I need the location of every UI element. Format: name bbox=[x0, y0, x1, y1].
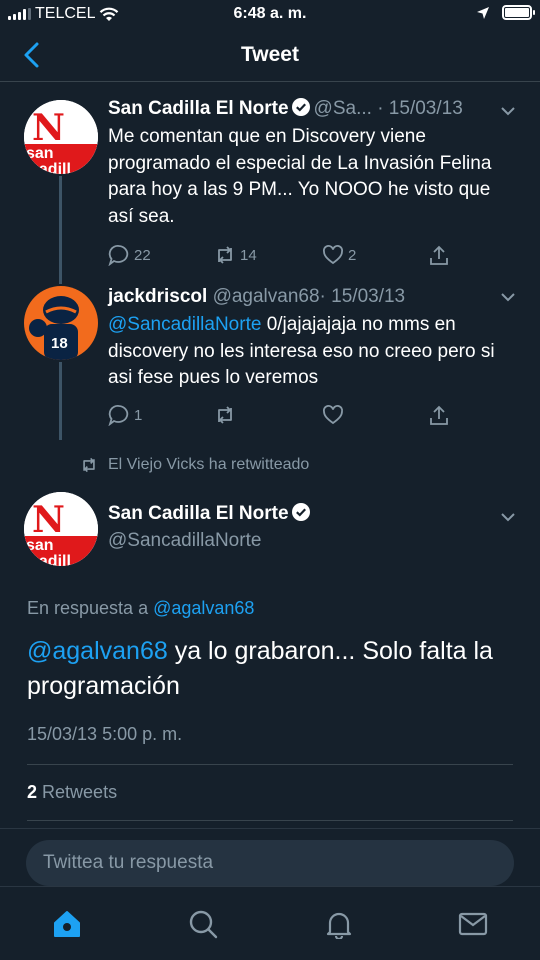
reply-bar: Twittea tu respuesta bbox=[0, 828, 540, 886]
divider bbox=[27, 764, 513, 765]
tab-bar bbox=[0, 886, 540, 960]
share-icon bbox=[430, 405, 448, 425]
tweet-text: Me comentan que en Discovery viene progr… bbox=[108, 126, 492, 227]
notifications-bell-icon[interactable] bbox=[324, 909, 354, 939]
retweet-button[interactable]: 14 bbox=[214, 244, 257, 266]
reply-input[interactable]: Twittea tu respuesta bbox=[26, 840, 514, 886]
reply-count: 22 bbox=[134, 246, 151, 264]
svg-text:san: san bbox=[26, 145, 54, 162]
location-arrow-icon bbox=[477, 6, 489, 19]
san-cadilla-logo: N san cadill bbox=[24, 492, 98, 566]
svg-text:N: N bbox=[32, 107, 65, 149]
svg-text:18: 18 bbox=[51, 335, 68, 352]
tweet-actions: 22 14 2 bbox=[108, 244, 458, 270]
tweet-detail-screen: TELCEL 6:48 a. m. Tweet N san cadill San… bbox=[0, 0, 540, 960]
status-right bbox=[476, 5, 535, 20]
avatar[interactable]: N san cadill bbox=[24, 492, 98, 566]
svg-text:N: N bbox=[32, 499, 65, 541]
reply-button[interactable]: 22 bbox=[108, 244, 151, 266]
share-icon bbox=[430, 245, 448, 265]
display-name[interactable]: San Cadilla El Norte bbox=[108, 503, 289, 524]
reply-count: 1 bbox=[134, 406, 143, 424]
retweets-stat-label: Retweets bbox=[42, 782, 118, 802]
chevron-down-icon[interactable] bbox=[500, 106, 516, 116]
battery-icon bbox=[502, 5, 535, 20]
user-handle[interactable]: @Sa... bbox=[314, 98, 372, 119]
mention-link[interactable]: @SancadillaNorte bbox=[108, 314, 261, 335]
chevron-down-icon[interactable] bbox=[500, 512, 516, 522]
tweet-actions: 1 bbox=[108, 404, 458, 430]
user-handle[interactable]: @SancadillaNorte bbox=[108, 530, 261, 552]
svg-text:cadill: cadill bbox=[30, 161, 71, 174]
status-bar: TELCEL 6:48 a. m. bbox=[0, 0, 540, 30]
clock: 6:48 a. m. bbox=[233, 5, 307, 22]
home-icon[interactable] bbox=[52, 909, 82, 939]
verified-badge-icon bbox=[291, 503, 310, 521]
retweet-icon bbox=[83, 457, 95, 473]
display-name[interactable]: jackdriscol bbox=[108, 286, 207, 307]
reply-icon bbox=[108, 245, 129, 266]
focused-tweet-text: @agalvan68 ya lo grabaron... Solo falta … bbox=[27, 634, 517, 704]
divider bbox=[27, 820, 513, 821]
avatar[interactable]: N san cadill bbox=[24, 100, 98, 174]
like-count: 2 bbox=[348, 246, 357, 264]
tweet-date: · 15/03/13 bbox=[377, 98, 463, 119]
nav-bar: Tweet bbox=[0, 30, 540, 82]
tweet-text: @SancadillaNorte 0/jajajajaja no mms en … bbox=[108, 312, 508, 392]
tweet-header: San Cadilla El Norte bbox=[108, 503, 314, 525]
svg-text:cadill: cadill bbox=[30, 553, 71, 566]
page-title: Tweet bbox=[241, 43, 299, 66]
retweet-icon bbox=[218, 406, 232, 424]
retweeted-by-label: El Viejo Vicks ha retwitteado bbox=[108, 456, 310, 473]
search-icon[interactable] bbox=[188, 909, 218, 939]
retweet-button[interactable] bbox=[214, 404, 240, 426]
tweet-header: San Cadilla El Norte @Sa... · 15/03/13 bbox=[108, 98, 463, 120]
share-button[interactable] bbox=[428, 404, 450, 426]
reply-to-handle-link[interactable]: @agalvan68 bbox=[153, 598, 254, 618]
thread-tweet-2[interactable]: 18 jackdriscol @agalvan68· 15/03/13 @San… bbox=[0, 280, 540, 440]
thread-tweet-1[interactable]: N san cadill San Cadilla El Norte @Sa... … bbox=[0, 90, 540, 284]
chevron-down-icon[interactable] bbox=[500, 292, 516, 302]
tweet-header: jackdriscol @agalvan68· 15/03/13 bbox=[108, 286, 405, 308]
display-name[interactable]: San Cadilla El Norte bbox=[108, 98, 289, 119]
retweet-icon bbox=[218, 246, 232, 264]
verified-badge-icon bbox=[291, 98, 310, 116]
broncos-player-avatar: 18 bbox=[24, 286, 98, 360]
like-button[interactable]: 2 bbox=[322, 244, 356, 266]
retweets-stat-count: 2 bbox=[27, 782, 38, 802]
retweeted-by-note: El Viejo Vicks ha retwitteado bbox=[80, 456, 309, 474]
messages-envelope-icon[interactable] bbox=[458, 909, 488, 939]
san-cadilla-logo: N san cadill bbox=[24, 100, 98, 174]
svg-text:san: san bbox=[26, 537, 54, 554]
focused-tweet-timestamp: 15/03/13 5:00 p. m. bbox=[27, 724, 183, 744]
thread-line bbox=[59, 362, 62, 440]
reply-icon bbox=[108, 405, 129, 426]
retweets-stat[interactable]: 2 Retweets bbox=[27, 782, 117, 803]
reply-context: En respuesta a @agalvan68 bbox=[27, 598, 254, 619]
like-button[interactable] bbox=[322, 404, 348, 426]
heart-icon bbox=[323, 245, 343, 265]
mention-link[interactable]: @agalvan68 bbox=[27, 637, 168, 665]
tweet-date: · 15/03/13 bbox=[319, 286, 406, 307]
heart-icon bbox=[323, 405, 343, 425]
avatar[interactable]: 18 bbox=[24, 286, 98, 360]
reply-to-prefix: En respuesta a bbox=[27, 598, 149, 618]
share-button[interactable] bbox=[428, 244, 450, 266]
retweet-count: 14 bbox=[240, 246, 257, 264]
thread-line bbox=[59, 176, 62, 284]
user-handle[interactable]: @agalvan68 bbox=[213, 286, 320, 307]
reply-button[interactable]: 1 bbox=[108, 404, 142, 426]
